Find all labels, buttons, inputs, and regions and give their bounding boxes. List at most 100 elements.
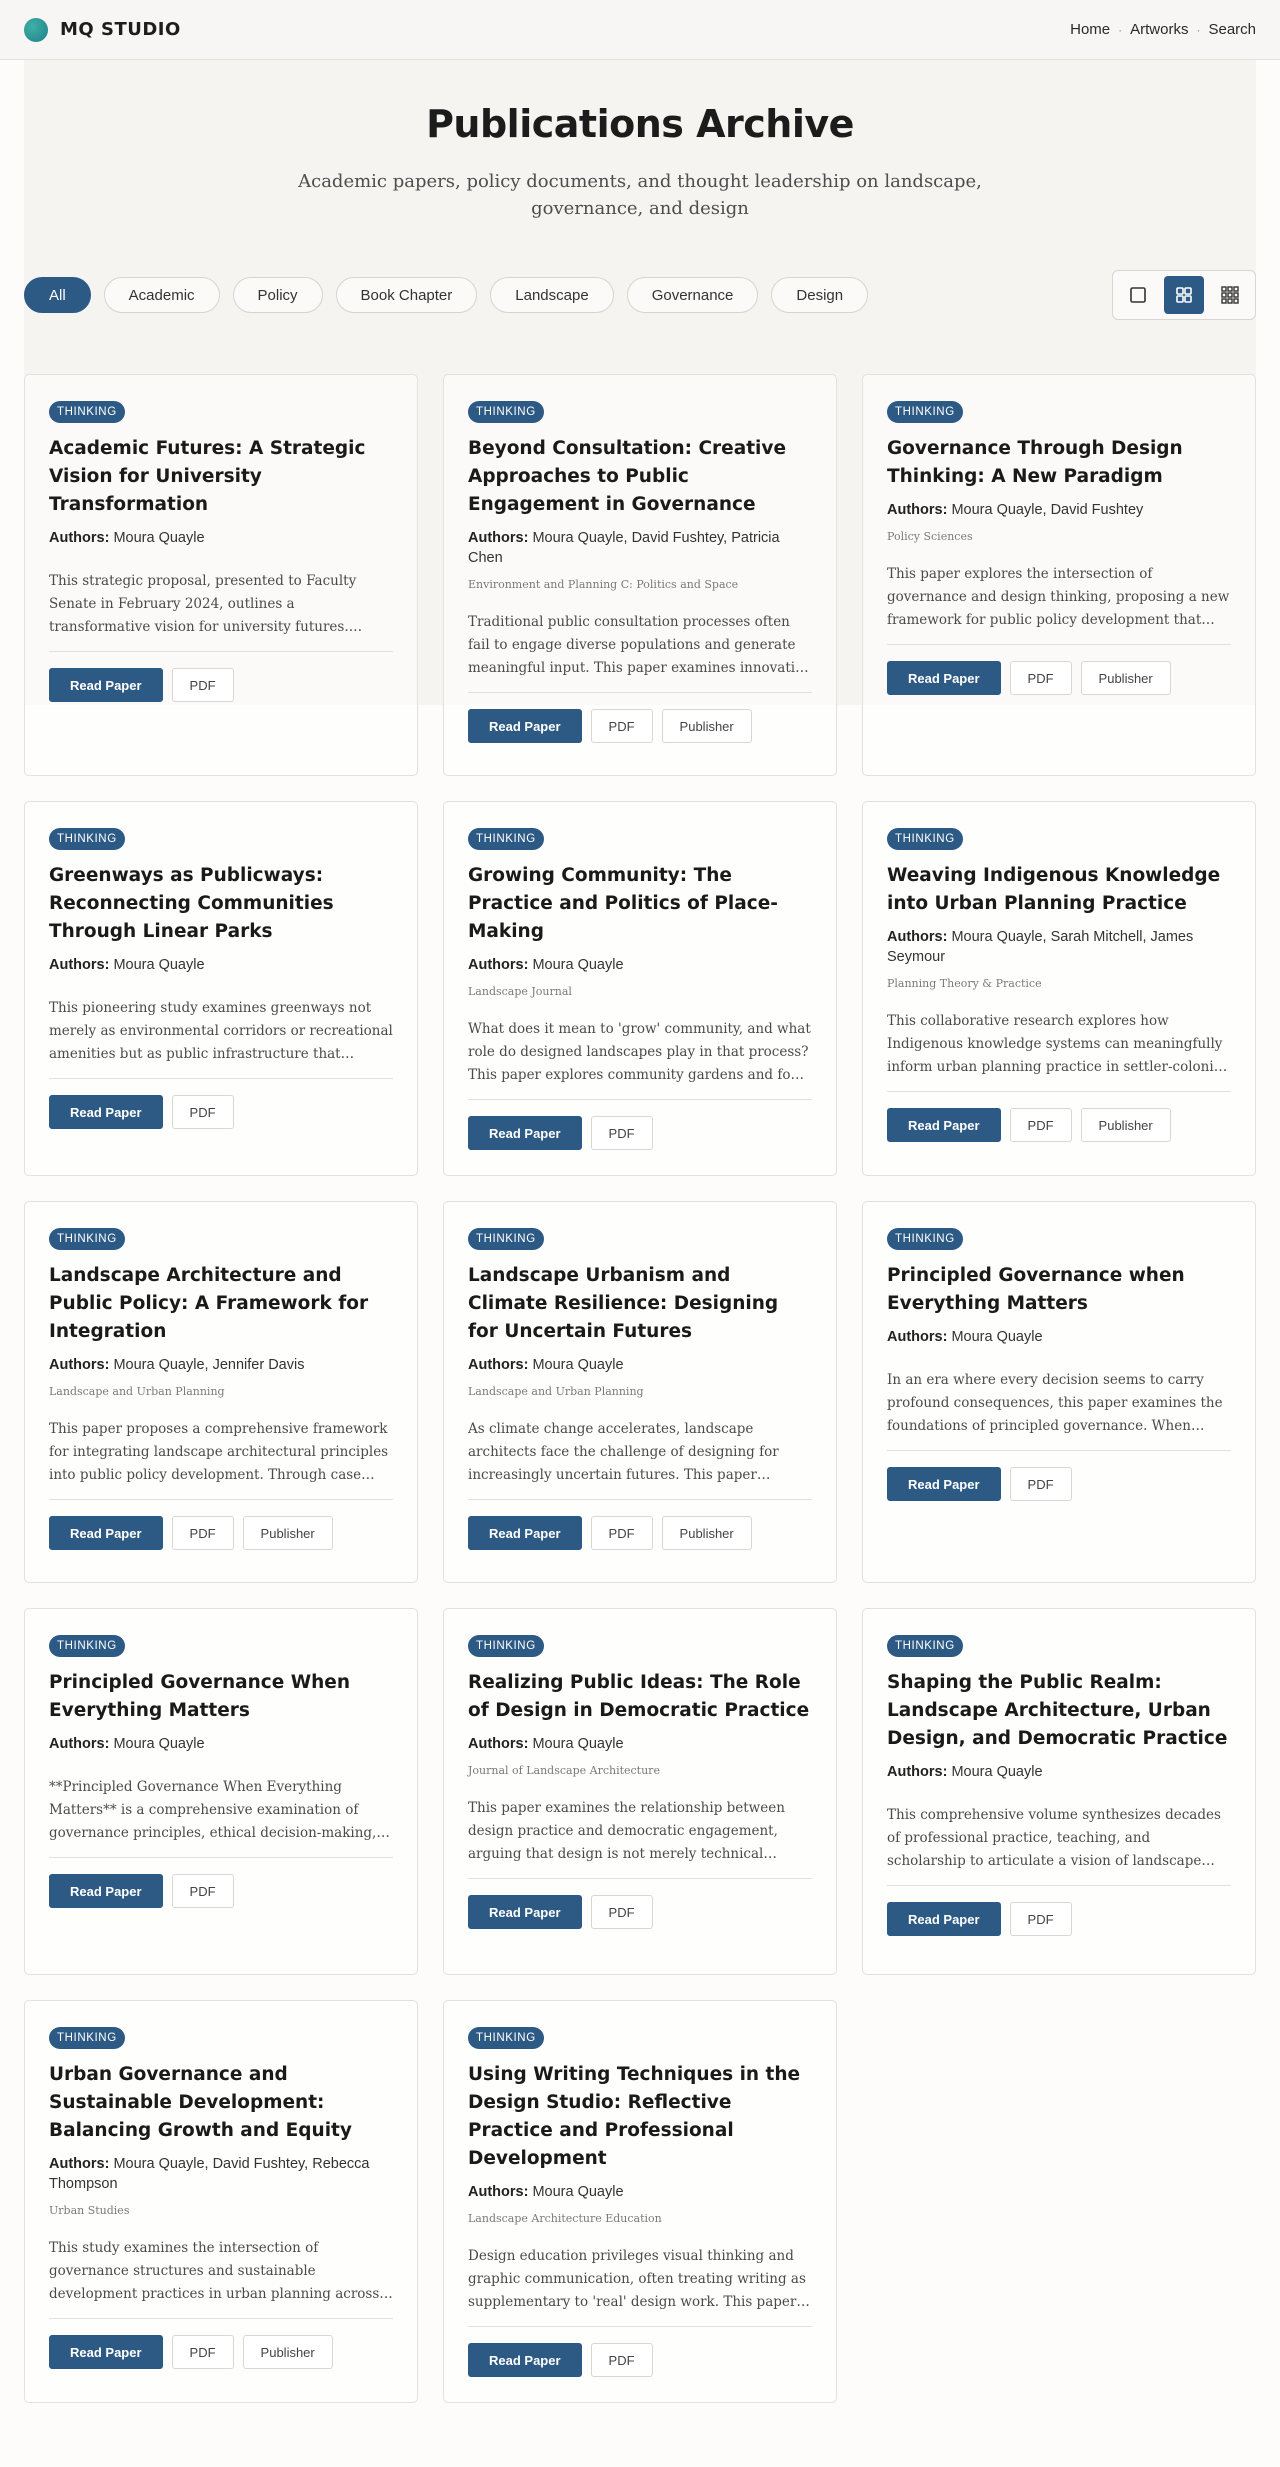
publication-card[interactable]: THINKING Realizing Public Ideas: The Role… (443, 1608, 837, 1975)
read-paper-button[interactable]: Read Paper (887, 1902, 1001, 1936)
pdf-button[interactable]: PDF (1009, 1902, 1072, 1936)
dense-grid-icon (1221, 286, 1239, 304)
publication-authors: Authors: Moura Quayle (887, 1327, 1231, 1347)
publication-card[interactable]: THINKING Greenways as Publicways: Reconne… (24, 801, 418, 1176)
publication-authors: Authors: Moura Quayle, Jennifer Davis (49, 1355, 393, 1375)
pdf-button[interactable]: PDF (171, 1095, 234, 1129)
publication-title[interactable]: Beyond Consultation: Creative Approaches… (468, 435, 812, 519)
publication-card[interactable]: THINKING Landscape Architecture and Publi… (24, 1201, 418, 1583)
publisher-button[interactable]: Publisher (242, 1516, 333, 1550)
publication-authors: Authors: Moura Quayle (468, 1355, 812, 1375)
read-paper-button[interactable]: Read Paper (49, 668, 163, 702)
authors-names: Moura Quayle (532, 2184, 624, 2200)
authors-label: Authors: (468, 1736, 529, 1752)
publication-title[interactable]: Landscape Urbanism and Climate Resilienc… (468, 1262, 812, 1346)
card-divider (468, 1878, 812, 1879)
publication-card[interactable]: THINKING Principled Governance when Every… (862, 1201, 1256, 1583)
nav-link-home[interactable]: Home (1070, 21, 1110, 38)
authors-names: Moura Quayle (113, 530, 205, 546)
card-divider (468, 2326, 812, 2327)
publication-card[interactable]: THINKING Governance Through Design Thinki… (862, 374, 1256, 776)
read-paper-button[interactable]: Read Paper (468, 1895, 582, 1929)
read-paper-button[interactable]: Read Paper (887, 1467, 1001, 1501)
publication-excerpt: Design education privileges visual think… (468, 2248, 806, 2310)
pdf-button[interactable]: PDF (590, 2343, 653, 2377)
publisher-button[interactable]: Publisher (1080, 1108, 1171, 1142)
filter-chip-all[interactable]: All (24, 277, 91, 313)
pdf-button[interactable]: PDF (590, 1895, 653, 1929)
publication-title[interactable]: Academic Futures: A Strategic Vision for… (49, 435, 393, 519)
publication-card[interactable]: THINKING Principled Governance When Every… (24, 1608, 418, 1975)
authors-label: Authors: (468, 957, 529, 973)
authors-names: Moura Quayle (951, 1764, 1043, 1780)
pdf-button[interactable]: PDF (171, 1516, 234, 1550)
read-paper-button[interactable]: Read Paper (49, 1095, 163, 1129)
page-subtitle: Academic papers, policy documents, and t… (298, 171, 982, 219)
authors-label: Authors: (49, 2156, 110, 2172)
filter-chip-academic[interactable]: Academic (103, 277, 220, 313)
publication-card[interactable]: THINKING Landscape Urbanism and Climate R… (443, 1201, 837, 1583)
publication-title[interactable]: Shaping the Public Realm: Landscape Arch… (887, 1669, 1231, 1753)
read-paper-button[interactable]: Read Paper (468, 1516, 582, 1550)
publication-title[interactable]: Using Writing Techniques in the Design S… (468, 2061, 812, 2173)
filter-chip-policy[interactable]: Policy (232, 277, 323, 313)
publisher-button[interactable]: Publisher (1080, 661, 1171, 695)
read-paper-button[interactable]: Read Paper (49, 1516, 163, 1550)
pdf-button[interactable]: PDF (1009, 661, 1072, 695)
pdf-button[interactable]: PDF (1009, 1108, 1072, 1142)
publication-card[interactable]: THINKING Urban Governance and Sustainable… (24, 2000, 418, 2403)
publication-title[interactable]: Principled Governance When Everything Ma… (49, 1669, 393, 1725)
filter-chip-landscape[interactable]: Landscape (490, 277, 614, 313)
pdf-button[interactable]: PDF (590, 1116, 653, 1150)
pdf-button[interactable]: PDF (171, 668, 234, 702)
publisher-button[interactable]: Publisher (242, 2335, 333, 2369)
authors-label: Authors: (887, 1329, 948, 1345)
filter-chip-design[interactable]: Design (771, 277, 869, 313)
dense-grid-view-button[interactable] (1210, 276, 1250, 314)
card-divider (468, 1099, 812, 1100)
grid-view-button[interactable] (1164, 276, 1204, 314)
publication-card[interactable]: THINKING Beyond Consultation: Creative Ap… (443, 374, 837, 776)
pdf-button[interactable]: PDF (590, 1516, 653, 1550)
pdf-button[interactable]: PDF (171, 1874, 234, 1908)
authors-label: Authors: (887, 929, 948, 945)
publication-title[interactable]: Weaving Indigenous Knowledge into Urban … (887, 862, 1231, 918)
publication-authors: Authors: Moura Quayle (468, 1734, 812, 1754)
publication-authors: Authors: Moura Quayle (49, 955, 393, 975)
nav-link-artworks[interactable]: Artworks (1130, 21, 1188, 38)
read-paper-button[interactable]: Read Paper (49, 1874, 163, 1908)
card-divider (49, 2318, 393, 2319)
pdf-button[interactable]: PDF (1009, 1467, 1072, 1501)
main-nav: Home · Artworks · Search (1070, 21, 1256, 38)
publication-title[interactable]: Greenways as Publicways: Reconnecting Co… (49, 862, 393, 946)
publication-card[interactable]: THINKING Growing Community: The Practice … (443, 801, 837, 1176)
authors-label: Authors: (887, 1764, 948, 1780)
publication-card[interactable]: THINKING Shaping the Public Realm: Landsc… (862, 1608, 1256, 1975)
read-paper-button[interactable]: Read Paper (887, 1108, 1001, 1142)
publication-title[interactable]: Urban Governance and Sustainable Develop… (49, 2061, 393, 2145)
publication-authors: Authors: Moura Quayle (468, 955, 812, 975)
publisher-button[interactable]: Publisher (661, 1516, 752, 1550)
publisher-button[interactable]: Publisher (661, 709, 752, 743)
read-paper-button[interactable]: Read Paper (468, 709, 582, 743)
single-view-button[interactable] (1118, 276, 1158, 314)
read-paper-button[interactable]: Read Paper (49, 2335, 163, 2369)
publication-title[interactable]: Realizing Public Ideas: The Role of Desi… (468, 1669, 812, 1725)
filter-chip-book-chapter[interactable]: Book Chapter (335, 277, 478, 313)
read-paper-button[interactable]: Read Paper (887, 661, 1001, 695)
publication-title[interactable]: Growing Community: The Practice and Poli… (468, 862, 812, 946)
category-badge: THINKING (49, 828, 125, 850)
read-paper-button[interactable]: Read Paper (468, 2343, 582, 2377)
publication-card[interactable]: THINKING Academic Futures: A Strategic Vi… (24, 374, 418, 776)
publication-card[interactable]: THINKING Using Writing Techniques in the … (443, 2000, 837, 2403)
publication-card[interactable]: THINKING Weaving Indigenous Knowledge int… (862, 801, 1256, 1176)
read-paper-button[interactable]: Read Paper (468, 1116, 582, 1150)
publication-title[interactable]: Governance Through Design Thinking: A Ne… (887, 435, 1231, 491)
pdf-button[interactable]: PDF (171, 2335, 234, 2369)
pdf-button[interactable]: PDF (590, 709, 653, 743)
publication-title[interactable]: Landscape Architecture and Public Policy… (49, 1262, 393, 1346)
brand[interactable]: MQ STUDIO (24, 17, 181, 42)
filter-chip-governance[interactable]: Governance (626, 277, 759, 313)
nav-link-search[interactable]: Search (1208, 21, 1256, 38)
publication-title[interactable]: Principled Governance when Everything Ma… (887, 1262, 1231, 1318)
